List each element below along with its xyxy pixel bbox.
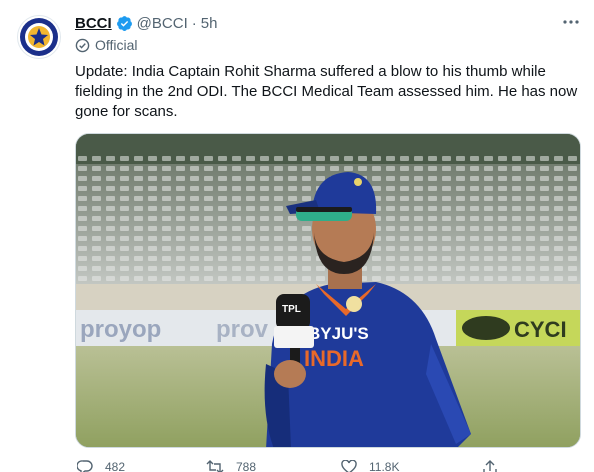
tweet-actions: 482 788 11.8K [75, 460, 581, 472]
tweet-header: BCCI @BCCI · 5h [75, 12, 217, 34]
verified-badge-icon [116, 15, 133, 32]
reply-icon [77, 460, 93, 472]
more-options-button[interactable] [560, 13, 582, 31]
separator-dot: · [191, 14, 197, 32]
tweet-photo[interactable]: proyop prov CYCI BYJU'S INDIA TPL [75, 133, 581, 448]
mic-flag-text: TPL [282, 304, 301, 315]
account-handle[interactable]: @BCCI [137, 15, 188, 32]
retweet-icon [206, 460, 224, 472]
more-dots-icon [563, 20, 579, 24]
like-button[interactable]: 11.8K [341, 460, 399, 472]
official-text: Official [95, 37, 138, 53]
heart-icon [341, 460, 357, 472]
account-name[interactable]: BCCI [75, 15, 112, 32]
retweet-button[interactable]: 788 [206, 460, 256, 472]
reply-count: 482 [105, 460, 126, 472]
reply-button[interactable]: 482 [77, 460, 125, 472]
board-text-mid: prov [216, 316, 269, 343]
bcci-logo-avatar[interactable] [17, 15, 61, 59]
share-icon [483, 460, 497, 472]
tweet-text: Update: India Captain Rohit Sharma suffe… [75, 63, 578, 120]
jersey-team-text: INDIA [304, 346, 364, 371]
board-text-left: proyop [80, 316, 161, 343]
official-label: Official [75, 37, 138, 53]
rohit-sharma-photo: proyop prov CYCI BYJU'S INDIA TPL [76, 134, 580, 447]
tweet-timestamp[interactable]: 5h [201, 15, 218, 32]
like-count: 11.8K [369, 460, 400, 472]
board-text-right: CYCI [514, 317, 567, 342]
official-check-icon [75, 38, 90, 53]
retweet-count: 788 [236, 460, 257, 472]
tweet-card[interactable]: BCCI @BCCI · 5h Official Update: India C… [0, 0, 594, 472]
bcci-crest-icon [20, 18, 58, 56]
jersey-sponsor-text: BYJU'S [308, 324, 369, 343]
share-button[interactable] [483, 460, 509, 472]
